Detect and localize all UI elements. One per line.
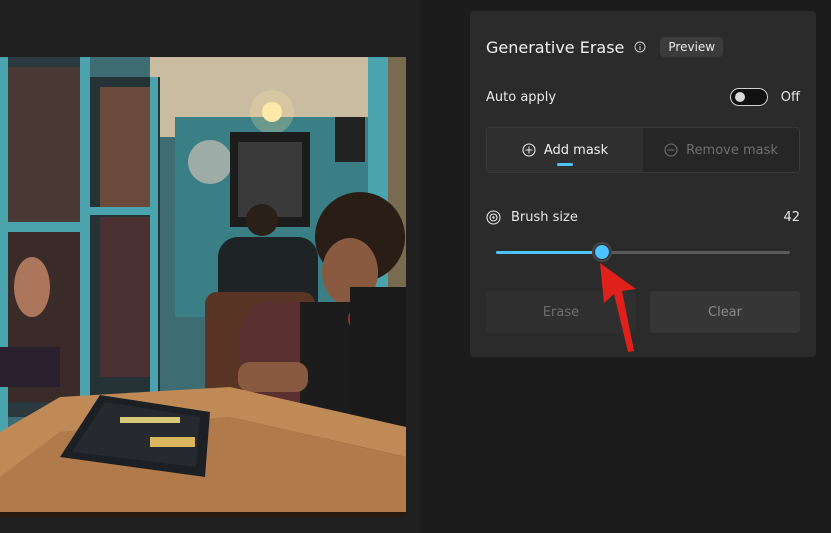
brush-size-label: Brush size [511,210,578,225]
toggle-knob [734,92,745,102]
slider-thumb[interactable] [594,244,610,260]
generative-erase-panel: Generative Erase Preview Auto apply Off … [470,11,816,357]
slider-fill [496,251,602,254]
mask-mode-selector: Add mask Remove mask [486,127,800,173]
brush-size-row: Brush size 42 [486,210,800,225]
image-canvas-area [0,0,420,533]
minus-circle-icon [664,143,678,157]
auto-apply-toggle-group: Off [729,88,800,106]
brush-size-label-group: Brush size [486,210,578,225]
action-buttons: Erase Clear [486,291,800,333]
remove-mask-button[interactable]: Remove mask [643,128,799,172]
plus-circle-icon [522,143,536,157]
preview-badge: Preview [660,37,724,57]
active-tab-indicator [557,163,573,166]
target-icon [486,210,501,225]
remove-mask-label: Remove mask [686,142,778,158]
add-mask-label: Add mask [543,142,609,158]
photo-cafe-scene[interactable] [0,57,406,517]
panel-header: Generative Erase Preview [486,37,724,57]
brush-size-slider[interactable] [496,244,790,262]
red-arrow-icon [600,263,636,352]
auto-apply-toggle[interactable] [729,88,768,106]
auto-apply-label: Auto apply [486,89,557,105]
info-icon[interactable] [634,41,646,53]
clear-button[interactable]: Clear [650,291,800,333]
brush-size-value: 42 [783,210,800,225]
panel-title: Generative Erase [486,37,625,57]
auto-apply-state: Off [780,89,800,105]
add-mask-button[interactable]: Add mask [487,128,643,172]
auto-apply-row: Auto apply Off [486,88,800,106]
